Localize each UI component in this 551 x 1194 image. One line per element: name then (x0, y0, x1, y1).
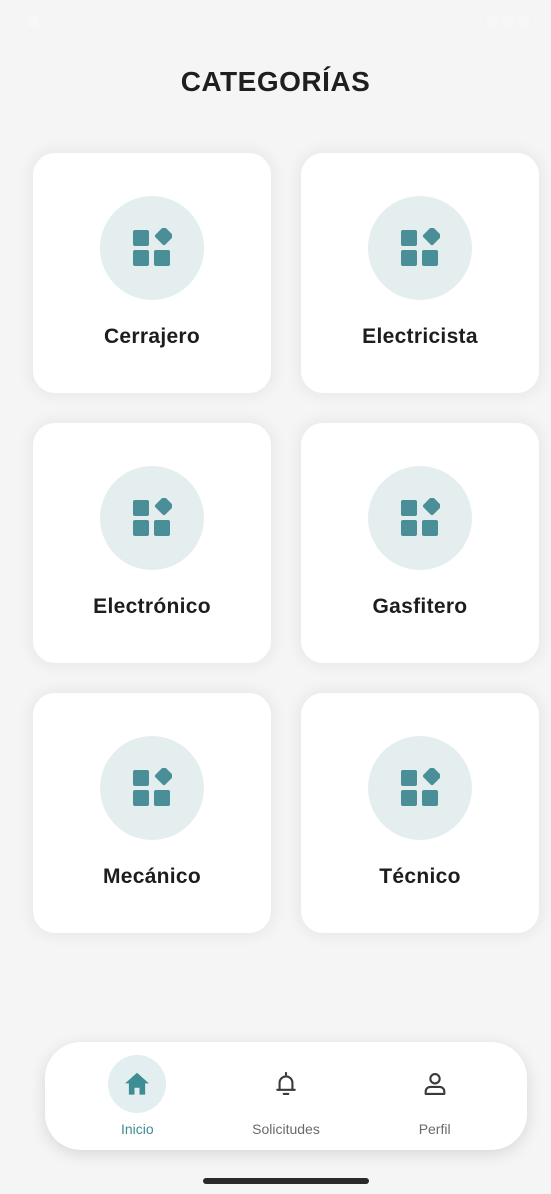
nav-label-inicio: Inicio (120, 1121, 154, 1137)
category-icon-circle (368, 196, 472, 300)
category-card-gasfitero[interactable]: Gasfitero (301, 423, 539, 663)
category-grid-icon (133, 498, 172, 536)
category-label: Gasfitero (372, 595, 468, 618)
status-bar (10, 8, 541, 34)
category-grid-icon (401, 768, 440, 806)
status-bar-right (487, 15, 529, 27)
category-grid-icon (401, 498, 440, 536)
user-icon (424, 1073, 446, 1095)
nav-item-solicitudes[interactable]: Solicitudes (226, 1051, 346, 1141)
nav-item-perfil[interactable]: Perfil (375, 1051, 495, 1141)
category-label: Mecánico (102, 865, 202, 888)
category-icon-circle (368, 736, 472, 840)
categories-grid: Cerrajero Electricista Electrónico Gasfi… (33, 153, 539, 933)
category-label: Cerrajero (103, 325, 201, 348)
category-card-electronico[interactable]: Electrónico (33, 423, 271, 663)
category-card-electricista[interactable]: Electricista (301, 153, 539, 393)
notification-icon (28, 15, 38, 27)
category-icon-circle (100, 466, 204, 570)
category-grid-icon (133, 228, 172, 266)
home-icon (125, 1072, 150, 1095)
category-card-cerrajero[interactable]: Cerrajero (33, 153, 271, 393)
bell-icon (276, 1071, 296, 1095)
nav-active-indicator (108, 1055, 167, 1113)
category-icon-circle (368, 466, 472, 570)
category-label: Electricista (362, 325, 478, 348)
nav-item-inicio[interactable]: Inicio (77, 1051, 197, 1141)
category-label: Electrónico (93, 595, 211, 618)
category-label: Técnico (379, 865, 461, 888)
status-bar-left (22, 15, 38, 27)
nav-icon-container (406, 1055, 464, 1113)
category-icon-circle (100, 196, 204, 300)
page-title: CATEGORÍAS (180, 66, 371, 97)
signal-icon (503, 15, 513, 27)
category-card-mecanico[interactable]: Mecánico (33, 693, 271, 933)
nav-label-perfil: Perfil (418, 1121, 451, 1137)
app-screen: CATEGORÍAS Cerrajero Electricista Electr… (0, 0, 551, 1194)
category-icon-circle (100, 736, 204, 840)
bottom-nav-bar: Inicio Solicitudes Perfil (45, 1042, 527, 1150)
wifi-icon (487, 15, 497, 27)
battery-icon (519, 15, 529, 27)
home-indicator[interactable] (203, 1178, 369, 1184)
category-card-tecnico[interactable]: Técnico (301, 693, 539, 933)
category-grid-icon (133, 768, 172, 806)
nav-label-solicitudes: Solicitudes (252, 1121, 320, 1137)
nav-icon-container (257, 1055, 315, 1113)
category-grid-icon (401, 228, 440, 266)
